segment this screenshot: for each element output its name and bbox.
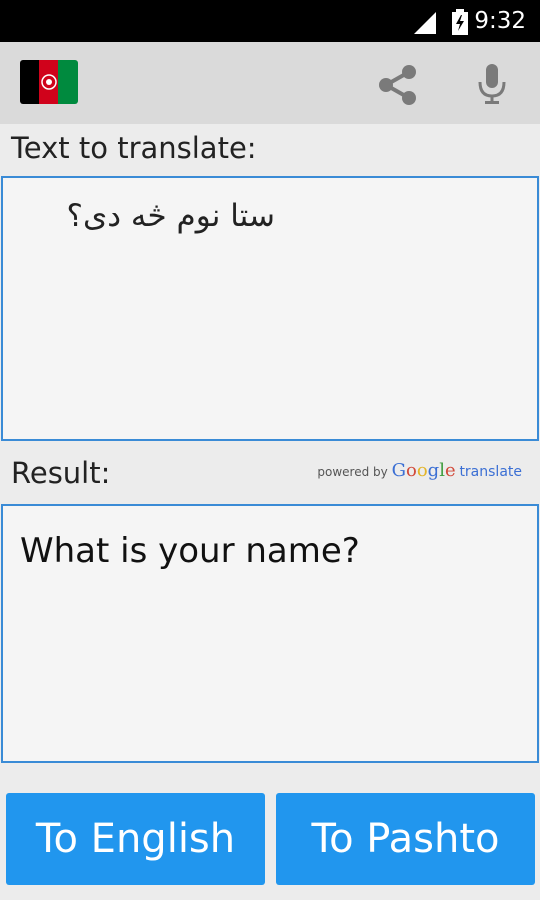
text-to-translate-input[interactable]: ستا نوم څه دی؟	[1, 176, 539, 441]
powered-by-google-translate: powered by Google translate	[317, 460, 522, 481]
to-pashto-button[interactable]: To Pashto	[276, 793, 535, 885]
google-logo: Google	[391, 460, 456, 481]
battery-charging-icon	[452, 9, 468, 35]
signal-icon	[414, 12, 436, 34]
status-bar: 9:32	[0, 0, 540, 42]
share-icon[interactable]	[376, 64, 420, 106]
text-to-translate-label: Text to translate:	[11, 131, 257, 165]
status-time: 9:32	[474, 8, 526, 34]
afghanistan-flag-icon[interactable]	[20, 60, 78, 104]
result-output[interactable]: What is your name?	[1, 504, 539, 763]
translate-text: translate	[459, 464, 522, 480]
input-text-value: ستا نوم څه دی؟	[66, 198, 275, 234]
powered-by-text: powered by	[317, 465, 388, 479]
result-label: Result:	[11, 456, 111, 490]
to-english-button[interactable]: To English	[6, 793, 265, 885]
action-bar	[0, 42, 540, 124]
result-text-value: What is your name?	[20, 531, 360, 571]
microphone-icon[interactable]	[476, 62, 508, 106]
